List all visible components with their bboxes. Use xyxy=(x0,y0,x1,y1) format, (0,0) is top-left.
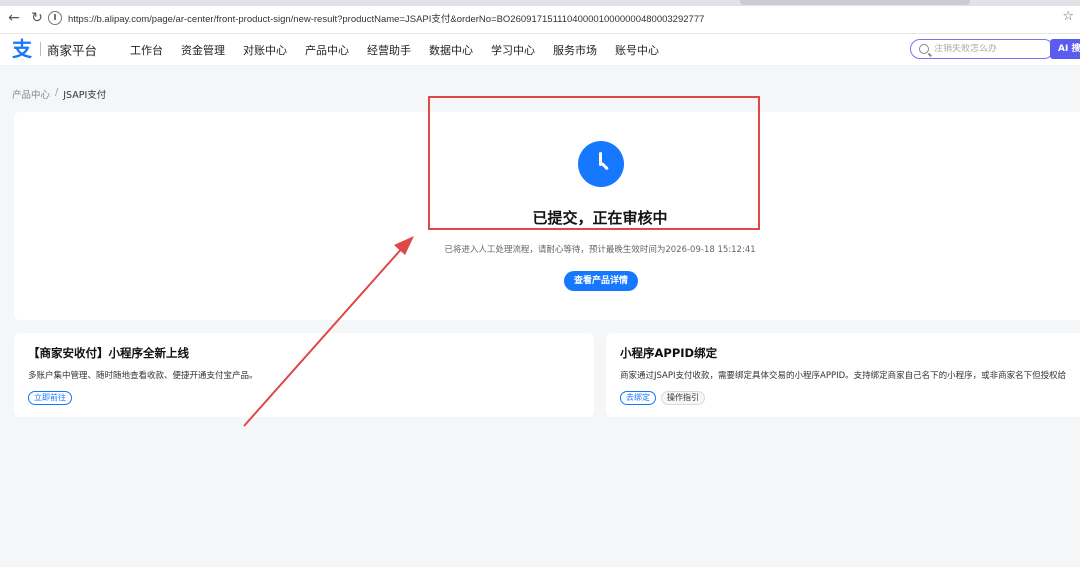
breadcrumb-separator: / xyxy=(55,87,59,98)
browser-tab[interactable] xyxy=(740,0,970,5)
go-now-button[interactable]: 立即前往 xyxy=(28,391,72,405)
search-icon xyxy=(919,44,929,54)
breadcrumb-current: JSAPI支付 xyxy=(63,90,107,101)
breadcrumb: 产品中心 / JSAPI支付 xyxy=(12,87,106,101)
card-title: 小程序APPID绑定 xyxy=(620,346,718,360)
view-product-details-button[interactable]: 查看产品详情 xyxy=(564,271,638,291)
search-input[interactable] xyxy=(934,44,1034,54)
card-actions: 去绑定 操作指引 xyxy=(620,391,710,405)
back-arrow-icon[interactable]: ← xyxy=(6,10,22,26)
logo[interactable]: 支 商家平台 xyxy=(12,38,97,60)
browser-tab-strip xyxy=(0,0,1080,6)
nav-item-service-market[interactable]: 服务市场 xyxy=(553,42,597,58)
card-description: 多账户集中管理、随时随地查看收款、便捷开通支付宝产品。 xyxy=(28,371,258,381)
breadcrumb-parent[interactable]: 产品中心 xyxy=(12,87,50,101)
merchant-app-promo-card: 【商家安收付】小程序全新上线 多账户集中管理、随时随地查看收款、便捷开通支付宝产… xyxy=(14,333,594,417)
app-header: 支 商家平台 工作台 资金管理 对账中心 产品中心 经营助手 数据中心 学习中心… xyxy=(0,34,1080,66)
annotation-highlight-box xyxy=(428,96,760,230)
card-title: 【商家安收付】小程序全新上线 xyxy=(28,346,189,360)
result-description: 已将进入人工处理流程，请耐心等待，预计最晚生效时间为2026-09-18 15:… xyxy=(444,245,756,255)
ai-search-button[interactable]: AI 搜 xyxy=(1050,39,1080,59)
nav-item-learning[interactable]: 学习中心 xyxy=(491,42,535,58)
guide-button[interactable]: 操作指引 xyxy=(661,391,705,405)
card-actions: 立即前往 xyxy=(28,391,77,405)
reload-icon[interactable]: ↻ xyxy=(29,10,45,26)
nav-item-workbench[interactable]: 工作台 xyxy=(130,42,163,58)
browser-toolbar: ← ↻ https://b.alipay.com/page/ar-center/… xyxy=(0,0,1080,34)
logo-divider xyxy=(40,42,41,56)
main-nav: 工作台 资金管理 对账中心 产品中心 经营助手 数据中心 学习中心 服务市场 账… xyxy=(130,42,677,58)
address-bar[interactable]: https://b.alipay.com/page/ar-center/fron… xyxy=(48,8,1058,28)
alipay-logo-icon: 支 xyxy=(12,37,32,61)
nav-item-business-assistant[interactable]: 经营助手 xyxy=(367,42,411,58)
nav-item-products[interactable]: 产品中心 xyxy=(305,42,349,58)
url-text: https://b.alipay.com/page/ar-center/fron… xyxy=(68,14,705,25)
nav-item-data[interactable]: 数据中心 xyxy=(429,42,473,58)
nav-item-funds[interactable]: 资金管理 xyxy=(181,42,225,58)
bind-button[interactable]: 去绑定 xyxy=(620,391,656,405)
bookmark-star-icon[interactable]: ☆ xyxy=(1062,9,1074,24)
card-description: 商家通过JSAPI支付收款，需要绑定具体交易的小程序APPID。支持绑定商家自己… xyxy=(620,371,1067,381)
platform-name: 商家平台 xyxy=(47,42,98,58)
appid-binding-card: 小程序APPID绑定 商家通过JSAPI支付收款，需要绑定具体交易的小程序APP… xyxy=(606,333,1080,417)
nav-item-account[interactable]: 账号中心 xyxy=(615,42,659,58)
nav-item-reconciliation[interactable]: 对账中心 xyxy=(243,42,287,58)
site-info-icon[interactable] xyxy=(48,11,62,25)
search-box[interactable] xyxy=(910,39,1054,59)
